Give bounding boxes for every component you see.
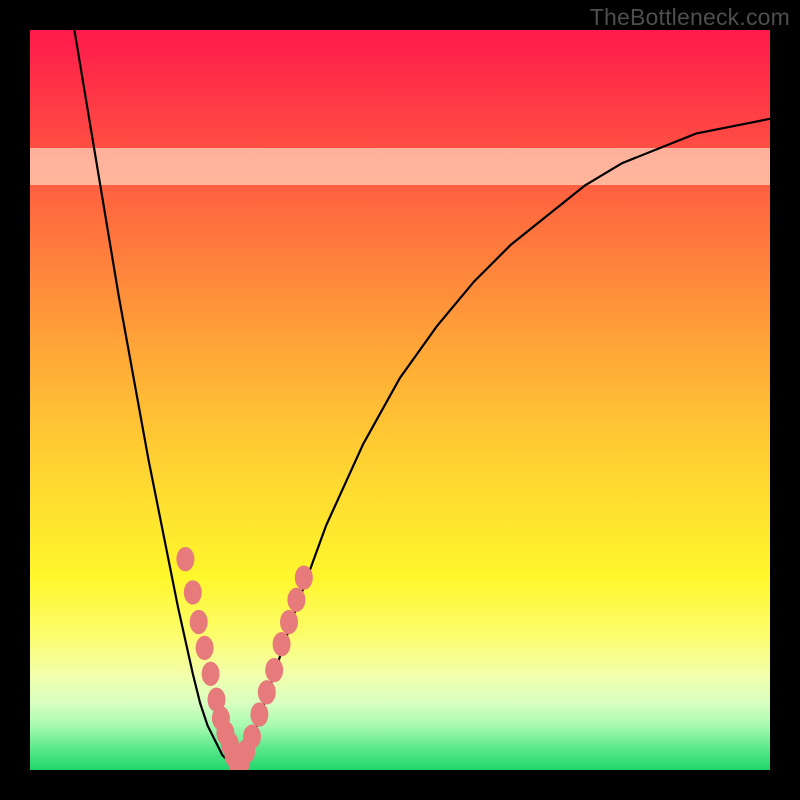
bead xyxy=(265,658,283,682)
bead xyxy=(184,580,202,604)
bead xyxy=(287,588,305,612)
bead xyxy=(280,610,298,634)
beads-group xyxy=(176,547,312,770)
bead xyxy=(258,680,276,704)
bead xyxy=(190,610,208,634)
chart-frame: TheBottleneck.com xyxy=(0,0,800,800)
bead xyxy=(176,547,194,571)
plot-area xyxy=(30,30,770,770)
bead xyxy=(202,662,220,686)
bead xyxy=(250,702,268,726)
bead xyxy=(243,725,261,749)
bead xyxy=(273,632,291,656)
left-curve-path xyxy=(74,30,237,770)
right-curve-path xyxy=(237,119,770,770)
bead xyxy=(196,636,214,660)
curve-layer xyxy=(30,30,770,770)
bead xyxy=(295,565,313,589)
watermark-text: TheBottleneck.com xyxy=(590,4,790,31)
